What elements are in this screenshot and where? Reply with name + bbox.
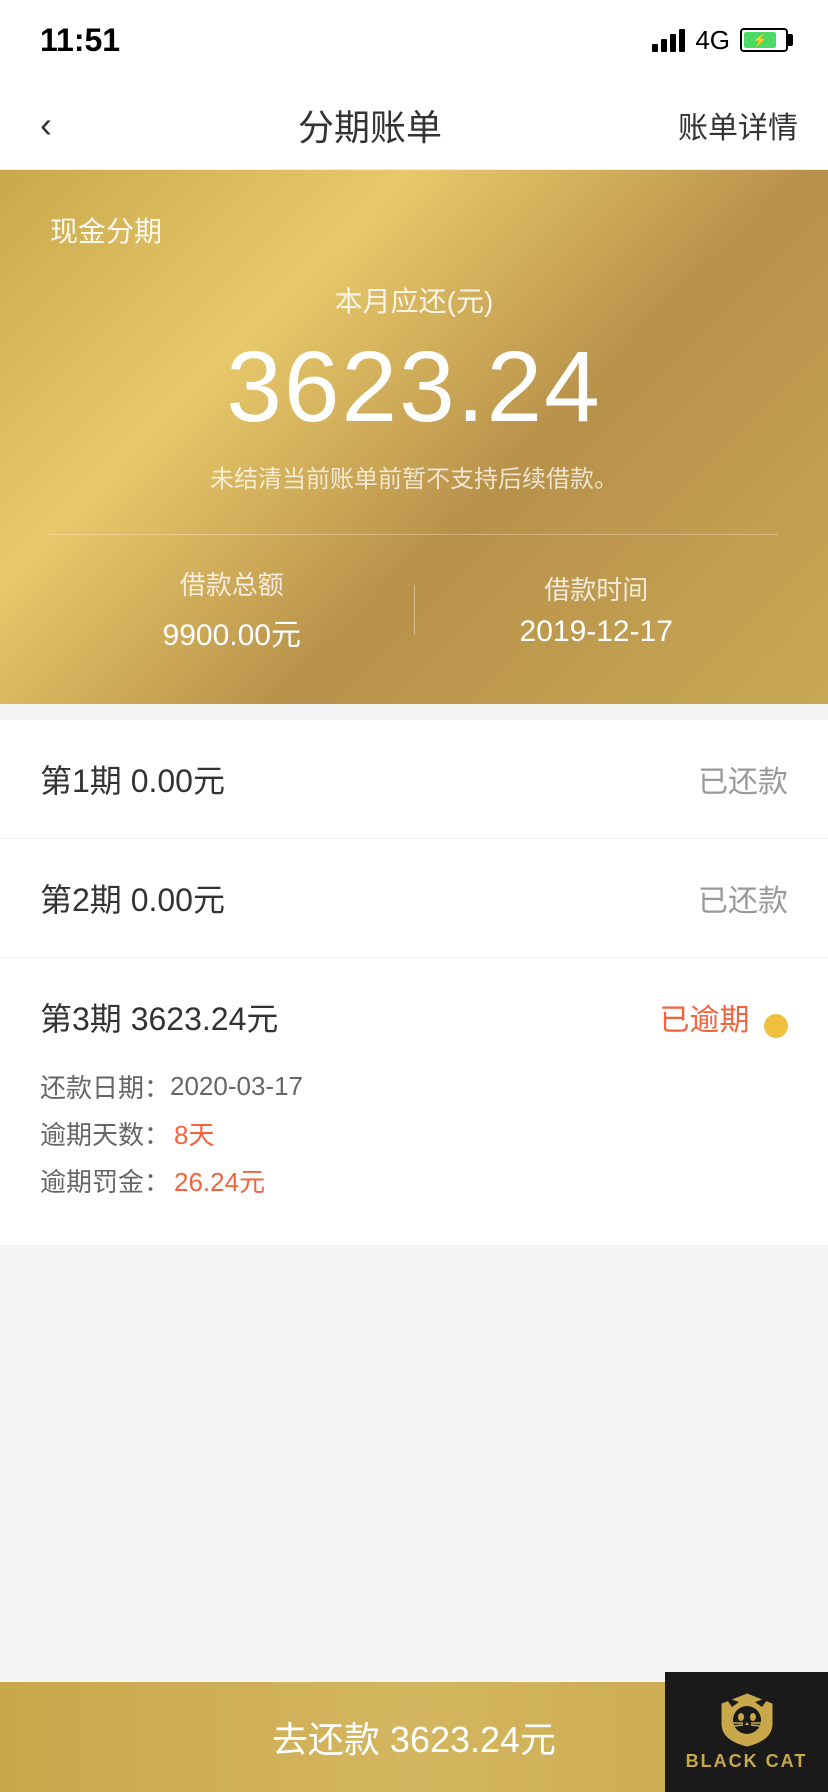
repay-date-value: 2020-03-17 (170, 1071, 303, 1102)
hero-divider: 借款总额 9900.00元 借款时间 2019-12-17 (50, 534, 778, 654)
overdue-label: 已逾期 (660, 1004, 750, 1037)
installment-list: 第1期 0.00元 已还款 第2期 0.00元 已还款 第3期 3623.24元… (0, 720, 828, 1246)
overdue-fine-value: 26.24元 (174, 1162, 265, 1199)
black-cat-watermark: BLACK CAT (665, 1672, 828, 1792)
status-bar: 11:51 4G ⚡ (0, 0, 828, 80)
loan-total-label: 借款总额 (50, 565, 414, 602)
gray-spacer (0, 1246, 828, 1546)
hero-amount-label: 本月应还(元) (50, 280, 778, 320)
overdue-days-value: 8天 (174, 1115, 214, 1152)
loan-total-value: 9900.00元 (50, 610, 414, 654)
installment-2-status: 已还款 (698, 876, 788, 920)
content-area: 现金分期 本月应还(元) 3623.24 未结清当前账单前暂不支持后续借款。 借… (0, 170, 828, 1706)
hero-card: 现金分期 本月应还(元) 3623.24 未结清当前账单前暂不支持后续借款。 借… (0, 170, 828, 704)
installment-3-status: 已逾期 (660, 995, 788, 1039)
installment-item-2-header: 第2期 0.00元 已还款 (40, 875, 788, 921)
repay-date-label: 还款日期： (40, 1068, 170, 1105)
installment-item-3-header: 第3期 3623.24元 已逾期 (40, 994, 788, 1040)
repay-date-row: 还款日期： 2020-03-17 (40, 1068, 788, 1105)
installment-item-1: 第1期 0.00元 已还款 (0, 720, 828, 839)
installment-1-status: 已还款 (698, 757, 788, 801)
installment-3-detail: 还款日期： 2020-03-17 逾期天数： 8天 逾期罚金： 26.24元 (40, 1068, 788, 1199)
loan-date-value: 2019-12-17 (415, 615, 779, 649)
installment-item-1-header: 第1期 0.00元 已还款 (40, 756, 788, 802)
page-title: 分期账单 (298, 99, 442, 151)
installment-2-title: 第2期 0.00元 (40, 875, 225, 921)
hero-section-label: 现金分期 (50, 210, 778, 250)
black-cat-label: BLACK CAT (686, 1751, 808, 1772)
hero-amount: 3623.24 (50, 330, 778, 445)
installment-item-2: 第2期 0.00元 已还款 (0, 839, 828, 958)
cat-logo-icon (717, 1692, 777, 1747)
battery-icon: ⚡ (740, 28, 788, 52)
nav-bar: ‹ 分期账单 账单详情 (0, 80, 828, 170)
installment-3-title: 第3期 3623.24元 (40, 994, 278, 1040)
repay-button-label[interactable]: 去还款 3623.24元 (272, 1711, 556, 1763)
status-time: 11:51 (40, 22, 120, 59)
back-button[interactable]: ‹ (30, 94, 62, 156)
overdue-dot-icon (764, 1014, 788, 1038)
overdue-days-row: 逾期天数： 8天 (40, 1115, 788, 1152)
installment-item-3: 第3期 3623.24元 已逾期 还款日期： 2020-03-17 逾期天数： … (0, 958, 828, 1246)
network-label: 4G (695, 25, 730, 56)
installment-1-title: 第1期 0.00元 (40, 756, 225, 802)
loan-date-item: 借款时间 2019-12-17 (415, 570, 779, 649)
loan-total-item: 借款总额 9900.00元 (50, 565, 414, 654)
loan-date-label: 借款时间 (415, 570, 779, 607)
signal-icon (652, 29, 685, 52)
overdue-fine-label: 逾期罚金： (40, 1162, 170, 1199)
overdue-days-label: 逾期天数： (40, 1115, 170, 1152)
detail-link[interactable]: 账单详情 (678, 103, 798, 147)
overdue-fine-row: 逾期罚金： 26.24元 (40, 1162, 788, 1199)
status-icons: 4G ⚡ (652, 25, 788, 56)
hero-notice: 未结清当前账单前暂不支持后续借款。 (50, 459, 778, 494)
